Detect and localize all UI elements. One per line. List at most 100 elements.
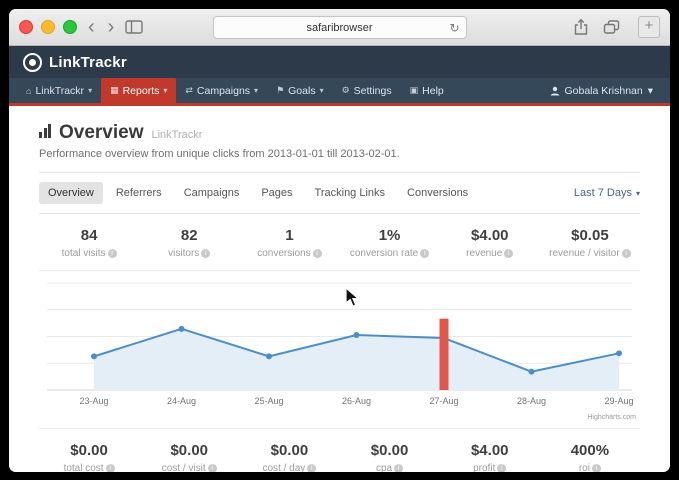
share-icon[interactable] [573,18,589,36]
nav-label: Reports [123,85,160,97]
browser-window: ‹ › safaribrowser ↻ + LinkTrackr ⌂ LinkT… [9,9,670,472]
stat-value: $0.00 [39,442,139,459]
info-icon[interactable]: i [592,464,601,472]
stat-label: cpa [376,463,392,472]
new-tab-button[interactable]: + [638,16,660,38]
stat-value: 84 [39,227,139,244]
info-icon[interactable]: i [307,464,316,472]
stat-label: cost / day [263,463,306,472]
user-name: Gobala Krishnan [565,85,643,97]
stat-value: 82 [139,227,239,244]
stat-label: visitors [168,248,199,259]
user-icon [550,86,560,96]
bar-chart-icon: ▦ [110,85,119,96]
refresh-icon[interactable]: ↻ [449,21,459,35]
info-icon[interactable]: i [622,249,631,258]
info-icon[interactable]: i [394,464,403,472]
nav-label: Goals [288,85,315,97]
stat-revenue: $4.00 revenuei [440,227,540,259]
tab-tracking-links[interactable]: Tracking Links [306,182,395,204]
chevron-down-icon: ▾ [648,85,653,97]
close-window-button[interactable] [19,20,33,34]
info-icon[interactable]: i [420,249,429,258]
page-content: Overview LinkTrackr Performance overview… [9,106,670,472]
info-icon[interactable]: i [208,464,217,472]
stats-row-bottom: $0.00 total costi $0.00 cost / visiti $0… [39,429,640,472]
user-menu[interactable]: Gobala Krishnan ▾ [541,78,663,103]
stat-total-visits: 84 total visitsi [39,227,139,259]
info-icon[interactable]: i [108,249,117,258]
nav-item-campaigns[interactable]: ⇄ Campaigns ▾ [176,78,267,103]
zoom-window-button[interactable] [63,20,77,34]
svg-text:25-Aug: 25-Aug [254,396,283,406]
stat-value: $4.00 [440,227,540,244]
page-head: Overview LinkTrackr Performance overview… [39,106,640,173]
address-bar[interactable]: safaribrowser ↻ [213,16,467,39]
tabs-overview-icon[interactable] [603,19,620,35]
app-header: LinkTrackr [9,46,670,78]
chevron-down-icon: ▾ [636,189,640,198]
traffic-chart: 23-Aug24-Aug25-Aug26-Aug27-Aug28-Aug29-A… [39,271,640,429]
stat-label: cost / visit [162,463,206,472]
chart-credits[interactable]: Highcharts.com [587,414,636,421]
window-controls [19,20,77,34]
stat-value: 1% [339,227,439,244]
minimize-window-button[interactable] [41,20,55,34]
stat-cost-per-day: $0.00 cost / dayi [239,442,339,472]
nav-item-help[interactable]: ▣ Help [401,78,453,103]
linktrackr-logo-icon [23,53,42,72]
info-icon[interactable]: i [201,249,210,258]
chevron-down-icon: ▾ [254,86,258,95]
nav-label: Settings [354,85,392,97]
svg-text:29-Aug: 29-Aug [604,396,633,406]
nav-label: Campaigns [197,85,250,97]
stats-row-top: 84 total visitsi 82 visitorsi 1 conversi… [39,214,640,271]
nav-item-settings[interactable]: ⚙ Settings [333,78,401,103]
svg-text:26-Aug: 26-Aug [342,396,371,406]
flag-icon: ⚑ [276,85,284,96]
stat-value: 1 [239,227,339,244]
back-button[interactable]: ‹ [86,19,97,35]
nav-item-reports[interactable]: ▦ Reports ▾ [101,78,176,103]
nav-item-linktrackr[interactable]: ⌂ LinkTrackr ▾ [17,78,101,103]
report-tabs: Overview Referrers Campaigns Pages Track… [39,173,640,214]
info-icon[interactable]: i [497,464,506,472]
tab-overview[interactable]: Overview [39,182,103,204]
main-nav: ⌂ LinkTrackr ▾ ▦ Reports ▾ ⇄ Campaigns ▾… [9,78,670,106]
nav-label: Help [422,85,444,97]
stat-value: 400% [540,442,640,459]
stat-conversions: 1 conversionsi [239,227,339,259]
toolbar-right: + [573,16,660,38]
stat-label: roi [579,463,590,472]
home-icon: ⌂ [26,86,31,96]
forward-button[interactable]: › [106,19,117,35]
info-icon[interactable]: i [504,249,513,258]
page-subtitle: Performance overview from unique clicks … [39,148,640,160]
stat-value: $0.05 [540,227,640,244]
brand-name: LinkTrackr [49,54,127,71]
chevron-down-icon: ▾ [320,86,324,95]
tab-conversions[interactable]: Conversions [398,182,477,204]
sidebar-icon[interactable] [125,20,143,34]
svg-text:27-Aug: 27-Aug [429,396,458,406]
help-icon: ▣ [410,85,419,96]
stat-profit: $4.00 profiti [440,442,540,472]
date-range-selector[interactable]: Last 7 Days ▾ [574,187,640,199]
info-icon[interactable]: i [313,249,322,258]
stat-value: $0.00 [139,442,239,459]
tab-campaigns[interactable]: Campaigns [175,182,249,204]
stat-label: revenue [466,248,502,259]
stat-label: conversion rate [350,248,418,259]
traffic-chart-svg[interactable]: 23-Aug24-Aug25-Aug26-Aug27-Aug28-Aug29-A… [39,275,640,421]
chevron-down-icon: ▾ [163,86,167,95]
page-title: Overview [59,122,144,144]
tab-pages[interactable]: Pages [252,182,301,204]
stat-cost-per-visit: $0.00 cost / visiti [139,442,239,472]
svg-text:24-Aug: 24-Aug [167,396,196,406]
info-icon[interactable]: i [106,464,115,472]
page-title-suffix: LinkTrackr [152,129,203,141]
stat-total-cost: $0.00 total costi [39,442,139,472]
nav-item-goals[interactable]: ⚑ Goals ▾ [267,78,333,103]
stat-roi: 400% roii [540,442,640,472]
tab-referrers[interactable]: Referrers [107,182,171,204]
